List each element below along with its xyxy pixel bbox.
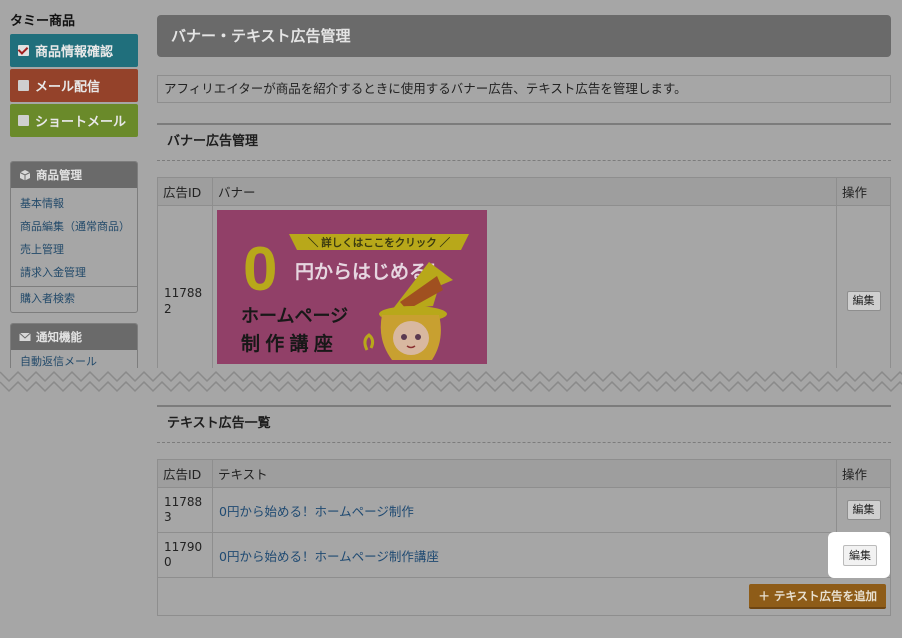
banner-id: 117882 [164, 285, 203, 316]
product-management-header: 商品管理 [11, 162, 137, 188]
table-header-row: 広告ID バナー 操作 [157, 177, 891, 206]
text-ad-action-cell: 編集 [836, 487, 891, 533]
column-header-action: 操作 [836, 177, 891, 206]
checkbox-icon [18, 115, 29, 126]
table-header-row: 広告ID テキスト 操作 [157, 459, 891, 488]
notification-header: 通知機能 [11, 324, 137, 350]
banner-zero: 0 [243, 235, 277, 304]
text-section-heading: テキスト広告一覧 [157, 405, 891, 443]
mail-icon [19, 332, 31, 341]
main-content: バナー・テキスト広告管理 アフィリエイターが商品を紹介するときに使用するバナー広… [157, 15, 891, 396]
nav-label: メール配信 [35, 80, 101, 95]
banner-action-cell: 編集 [836, 205, 891, 396]
table-row: 117900 0円から始める！ホームページ制作講座 [157, 532, 891, 578]
column-header-id: 広告ID [157, 177, 213, 206]
nav-mail-delivery-button[interactable]: メール配信 [10, 69, 138, 102]
product-management-title: 商品管理 [36, 168, 82, 182]
checkbox-icon [18, 80, 29, 91]
page-title: バナー・テキスト広告管理 [157, 15, 891, 57]
banner-id-cell: 117882 [157, 205, 213, 396]
banner-ribbon-text: ＼ 詳しくはここをクリック ／ [308, 236, 451, 249]
text-ad-section: テキスト広告一覧 広告ID テキスト 操作 117883 0円から始める！ホーム… [157, 405, 891, 616]
edit-text-ad-button-highlighted[interactable]: 編集 [843, 545, 877, 566]
banner-line1: ホームページ [241, 306, 348, 326]
notification-title: 通知機能 [36, 330, 82, 344]
text-ad-link[interactable]: 0円から始める！ホームページ制作 [212, 487, 837, 533]
nav-label: ショートメール [35, 115, 127, 130]
text-ad-id-cell: 117900 [157, 532, 213, 578]
sidebar: タミー商品 商品情報確認 メール配信 ショートメール 商品管理 基本情報 商品編… [10, 10, 138, 376]
box-icon [19, 170, 31, 181]
column-header-action: 操作 [836, 459, 891, 488]
table-row: 117882 ＼ 詳しくはここをクリック ／ 0 円からはじめる！ ホームページ [157, 205, 891, 396]
checkbox-checked-icon [18, 45, 29, 56]
text-ad-table: 広告ID テキスト 操作 117883 0円から始める！ホームページ制作 編集 … [157, 459, 891, 578]
sidebar-link-basic-info[interactable]: 基本情報 [11, 192, 137, 215]
edit-text-ad-button[interactable]: 編集 [846, 500, 881, 520]
product-management-box: 商品管理 基本情報 商品編集（通常商品） 売上管理 請求入金管理 購入者検索 [10, 161, 138, 313]
text-ad-id: 117900 [164, 540, 203, 569]
sidebar-link-buyer-search[interactable]: 購入者検索 [11, 286, 137, 310]
sidebar-link-sales[interactable]: 売上管理 [11, 238, 137, 261]
nav-short-mail-button[interactable]: ショートメール [10, 104, 138, 137]
banner-line2: 制 作 講 座 [241, 332, 333, 355]
nav-label: 商品情報確認 [35, 45, 114, 60]
banner-image[interactable]: ＼ 詳しくはここをクリック ／ 0 円からはじめる！ ホームページ 制 作 講 … [217, 210, 487, 364]
column-header-text: テキスト [212, 459, 837, 488]
zigzag-divider [0, 368, 902, 396]
sidebar-link-billing[interactable]: 請求入金管理 [11, 261, 137, 284]
nav-product-info-button[interactable]: 商品情報確認 [10, 34, 138, 67]
banner-artwork: ＼ 詳しくはここをクリック ／ 0 円からはじめる！ ホームページ 制 作 講 … [241, 234, 469, 360]
text-ad-id: 117883 [164, 495, 203, 524]
product-name: タミー商品 [10, 14, 76, 29]
column-header-banner: バナー [212, 177, 837, 206]
add-text-ad-button[interactable]: ＋ テキスト広告を追加 [749, 584, 886, 609]
banner-cell: ＼ 詳しくはここをクリック ／ 0 円からはじめる！ ホームページ 制 作 講 … [212, 205, 837, 396]
text-ad-link[interactable]: 0円から始める！ホームページ制作講座 [212, 532, 837, 578]
page-description: アフィリエイターが商品を紹介するときに使用するバナー広告、テキスト広告を管理しま… [157, 75, 891, 103]
text-ad-id-cell: 117883 [157, 487, 213, 533]
add-row: ＋ テキスト広告を追加 [157, 578, 891, 616]
banner-section-heading: バナー広告管理 [157, 123, 891, 161]
column-header-id: 広告ID [157, 459, 213, 488]
banner-table: 広告ID バナー 操作 117882 ＼ 詳しくはここをクリック ／ 0 円から… [157, 177, 891, 396]
sidebar-link-product-edit[interactable]: 商品編集（通常商品） [11, 215, 137, 238]
edit-banner-button[interactable]: 編集 [846, 290, 881, 311]
table-row: 117883 0円から始める！ホームページ制作 編集 [157, 487, 891, 533]
